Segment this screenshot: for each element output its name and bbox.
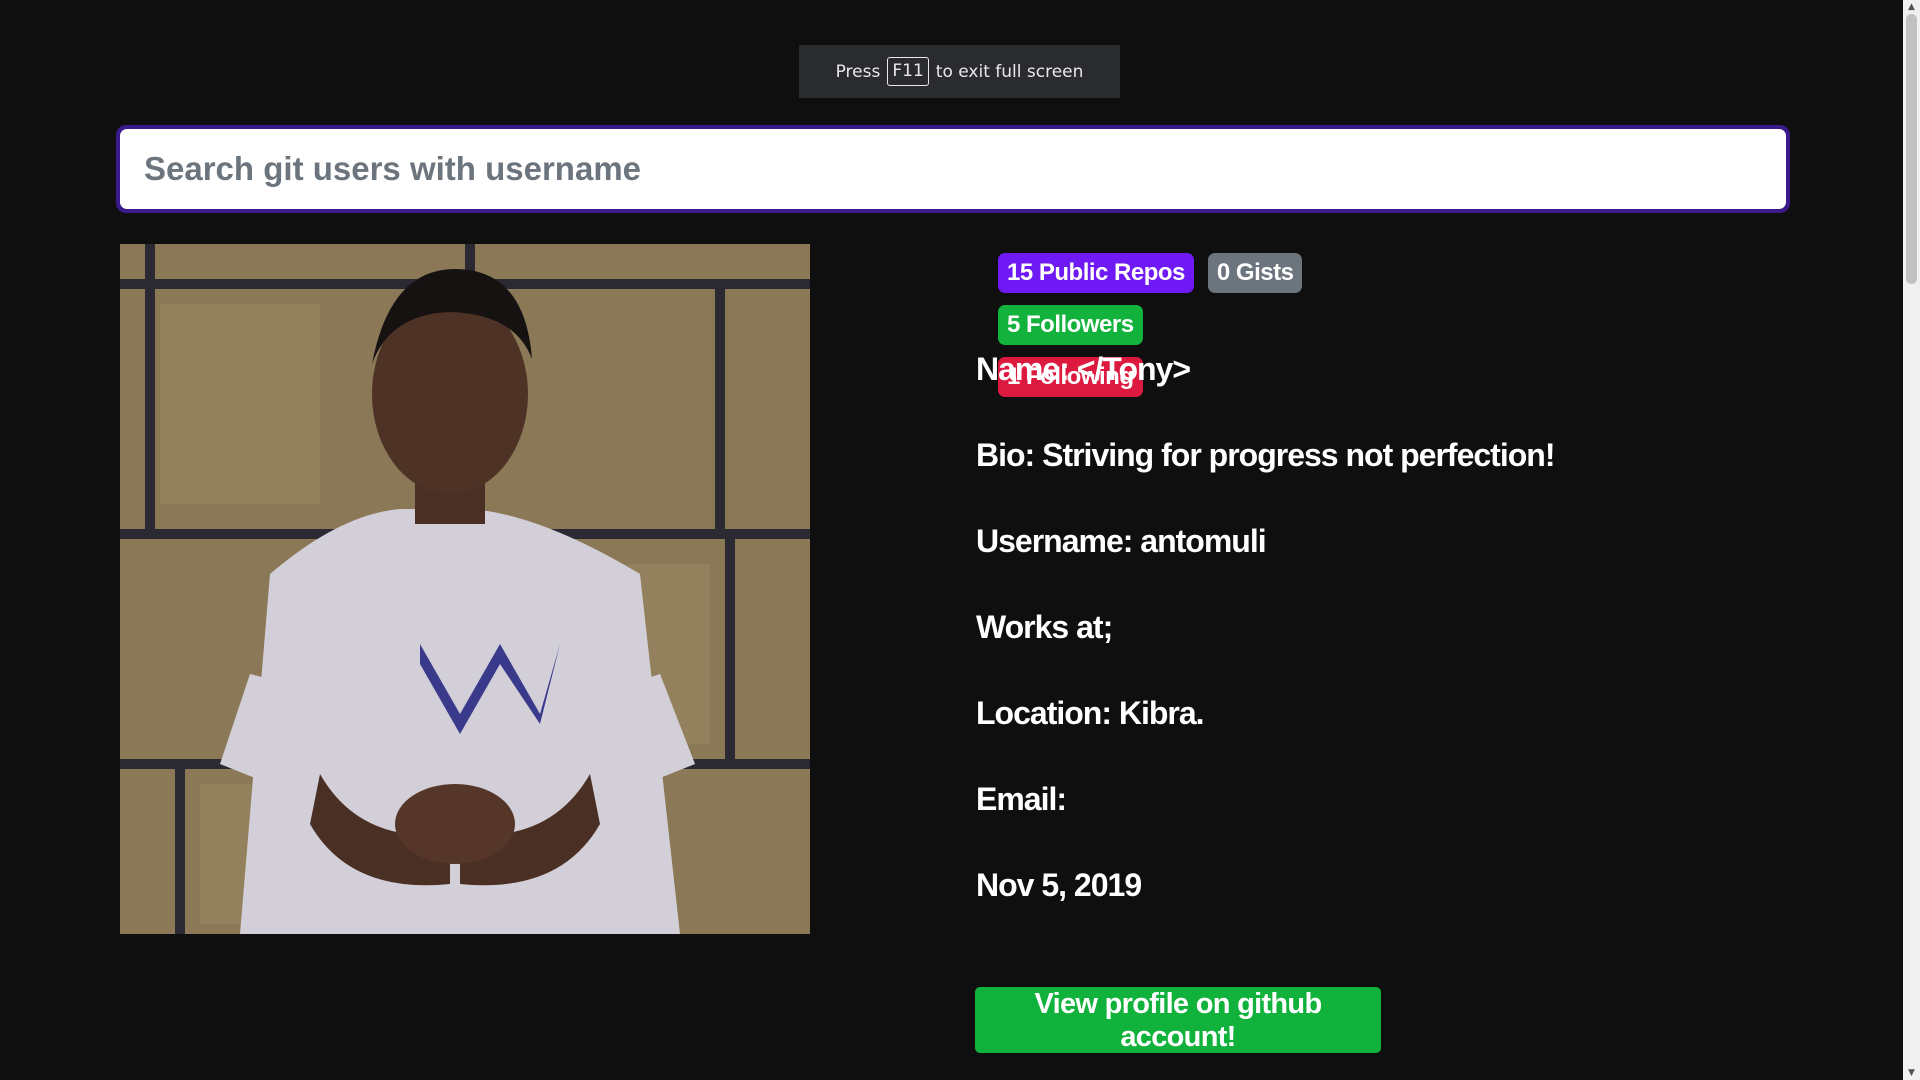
profile-name: Name: </Tony>	[976, 351, 1191, 387]
fullscreen-notice: Press F11 to exit full screen	[799, 45, 1120, 98]
search-box	[116, 125, 1790, 213]
profile-company: Works at;	[976, 609, 1113, 645]
profile-joined-date: Nov 5, 2019	[976, 867, 1142, 903]
app-page: Press F11 to exit full screen Search git…	[0, 0, 1920, 1080]
f11-key: F11	[887, 57, 929, 86]
gists-badge: 0 Gists	[1207, 253, 1303, 293]
profile-details: Name: </Tony> Bio: Striving for progress…	[976, 347, 1856, 949]
followers-badge: 5 Followers	[998, 305, 1143, 345]
avatar-photo	[120, 244, 810, 934]
scroll-down-arrow-icon[interactable]: ▼	[1903, 1066, 1920, 1080]
profile-username: Username: antomuli	[976, 523, 1267, 559]
view-github-profile-button[interactable]: View profile on github account!	[975, 987, 1381, 1053]
fullscreen-notice-prefix: Press	[835, 61, 881, 82]
profile-email: Email:	[976, 781, 1067, 817]
avatar	[120, 244, 810, 934]
vertical-scrollbar[interactable]: ▲ ▼	[1903, 0, 1920, 1080]
scroll-up-arrow-icon[interactable]: ▲	[1903, 0, 1920, 14]
profile-bio: Bio: Striving for progress not perfectio…	[976, 437, 1555, 473]
fullscreen-notice-suffix: to exit full screen	[935, 61, 1084, 82]
search-input[interactable]	[120, 129, 1786, 209]
public-repos-badge: 15 Public Repos	[998, 253, 1194, 293]
profile-location: Location: Kibra.	[976, 695, 1205, 731]
scrollbar-thumb[interactable]	[1906, 14, 1917, 284]
